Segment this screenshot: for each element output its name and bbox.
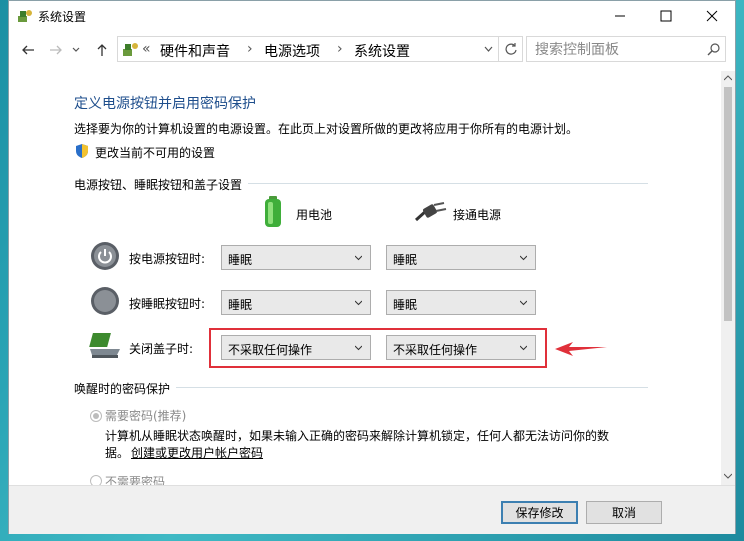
laptop-lid-icon (89, 333, 120, 358)
no-password-label: 不需要密码 (105, 475, 166, 485)
breadcrumb-separator-icon: › (247, 41, 253, 57)
cancel-button[interactable]: 取消 (586, 501, 662, 524)
recent-locations-button[interactable] (69, 39, 83, 61)
search-input[interactable] (533, 39, 697, 61)
chevron-down-icon (355, 255, 362, 261)
sleep-button-plugged-select[interactable]: 睡眠 (386, 290, 536, 315)
account-password-link[interactable]: 创建或更改用户帐户密码 (131, 444, 263, 461)
section-divider (176, 387, 648, 388)
select-value: 睡眠 (228, 253, 253, 267)
title-bar: 系统设置 (9, 1, 735, 31)
save-changes-button[interactable]: 保存修改 (501, 501, 578, 524)
chevron-down-icon[interactable] (484, 46, 493, 53)
sleep-button-battery-select[interactable]: 睡眠 (221, 290, 371, 315)
require-password-label: 需要密码(推荐) (105, 409, 187, 423)
chevron-down-icon (72, 47, 80, 52)
up-arrow-icon (97, 44, 107, 56)
address-bar[interactable]: « 硬件和声音 › 电源选项 › 系统设置 (117, 36, 523, 62)
chevron-down-icon (520, 345, 527, 351)
require-password-description-end: 据。 (105, 446, 130, 460)
require-password-description: 计算机从睡眠状态唤醒时，如果未输入正确的密码来解除计算机锁定，任何人都无法访问你… (105, 429, 610, 443)
power-options-icon (18, 10, 32, 22)
select-value: 不采取任何操作 (228, 343, 313, 357)
back-button[interactable] (17, 39, 39, 61)
navigation-bar: « 硬件和声音 › 电源选项 › 系统设置 (9, 33, 735, 67)
close-icon (706, 10, 718, 22)
plugged-in-column-label: 接通电源 (453, 208, 502, 222)
section-divider (248, 183, 648, 184)
minimize-icon (615, 15, 625, 17)
uac-shield-icon (76, 144, 88, 158)
require-password-radio[interactable] (90, 410, 102, 422)
chevron-down-icon (520, 300, 527, 306)
address-divider (498, 37, 499, 61)
back-arrow-icon (22, 45, 34, 55)
dialog-footer: 保存修改 取消 (9, 485, 735, 534)
chevron-down-icon (355, 345, 362, 351)
lid-close-plugged-select[interactable]: 不采取任何操作 (386, 335, 536, 360)
up-button[interactable] (91, 39, 113, 61)
search-box[interactable] (526, 36, 726, 62)
breadcrumb-power-options[interactable]: 电源选项 (264, 41, 320, 61)
maximize-button[interactable] (643, 1, 689, 31)
sleep-button-icon (91, 287, 119, 315)
scroll-down-icon[interactable] (724, 473, 732, 479)
main-content: 定义电源按钮并启用密码保护 选择要为你的计算机设置的电源设置。在此页上对设置所做… (10, 71, 722, 485)
power-button-icon (91, 242, 119, 270)
page-title: 定义电源按钮并启用密码保护 (74, 96, 256, 112)
breadcrumb-separator-icon: › (337, 41, 343, 57)
change-unavailable-settings-link[interactable]: 更改当前不可用的设置 (95, 144, 215, 161)
page-description: 选择要为你的计算机设置的电源设置。在此页上对设置所做的更改将应用于你所有的电源计… (74, 122, 579, 136)
select-value: 不采取任何操作 (393, 343, 478, 357)
close-button[interactable] (689, 1, 735, 31)
power-plug-icon (414, 202, 447, 222)
sleep-button-label: 按睡眠按钮时: (129, 297, 206, 311)
select-value: 睡眠 (393, 298, 418, 312)
forward-button[interactable] (45, 39, 67, 61)
control-panel-icon (123, 43, 138, 56)
power-button-label: 按电源按钮时: (129, 252, 206, 266)
search-icon[interactable] (707, 43, 720, 56)
forward-arrow-icon (50, 45, 62, 55)
chevron-down-icon (355, 300, 362, 306)
minimize-button[interactable] (597, 1, 643, 31)
chevron-down-icon (520, 255, 527, 261)
lid-close-label: 关闭盖子时: (129, 342, 194, 356)
breadcrumb-system-settings[interactable]: 系统设置 (354, 41, 410, 61)
section-title-buttons: 电源按钮、睡眠按钮和盖子设置 (74, 178, 243, 192)
select-value: 睡眠 (228, 298, 253, 312)
scrollbar-thumb[interactable] (724, 87, 732, 321)
battery-column-label: 用电池 (296, 208, 333, 222)
annotation-arrow-icon (555, 342, 607, 356)
maximize-icon (660, 10, 672, 22)
power-button-battery-select[interactable]: 睡眠 (221, 245, 371, 270)
scroll-up-icon[interactable] (724, 75, 732, 81)
window-title: 系统设置 (38, 10, 87, 24)
no-password-radio[interactable] (90, 475, 102, 485)
control-panel-window: 系统设置 « 硬件和声音 › 电源选项 › 系统设置 搜索控制面板 定义电源按钮… (8, 0, 736, 534)
select-value: 睡眠 (393, 253, 418, 267)
battery-icon (265, 196, 281, 227)
lid-close-battery-select[interactable]: 不采取任何操作 (221, 335, 371, 360)
vertical-scrollbar[interactable] (721, 71, 735, 485)
breadcrumb-hardware-sound[interactable]: 硬件和声音 (160, 41, 230, 61)
power-button-plugged-select[interactable]: 睡眠 (386, 245, 536, 270)
section-title-password: 唤醒时的密码保护 (74, 382, 171, 396)
address-overflow[interactable]: « (142, 41, 151, 57)
refresh-icon[interactable] (504, 42, 518, 56)
